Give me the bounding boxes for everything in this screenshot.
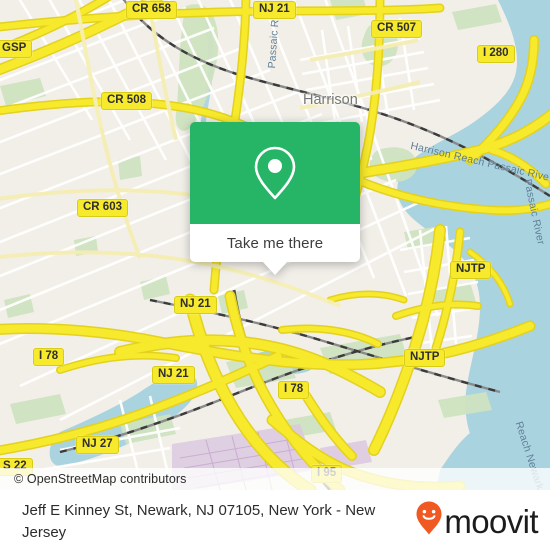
road-shield-nj-21-mid: NJ 21 xyxy=(174,296,217,314)
osm-attribution-text: © OpenStreetMap contributors xyxy=(14,472,187,486)
road-shield-i-78-center: I 78 xyxy=(278,381,310,399)
road-shield-i-280: I 280 xyxy=(477,45,515,63)
road-shield-i-78-left: I 78 xyxy=(33,348,65,366)
map-attribution-bar: © OpenStreetMap contributors xyxy=(0,468,550,490)
road-shield-nj-27: NJ 27 xyxy=(76,436,119,454)
location-pin-icon xyxy=(252,145,298,201)
road-shield-nj-21-top: NJ 21 xyxy=(253,1,296,19)
road-shield-nj-21-lower: NJ 21 xyxy=(152,366,195,384)
moovit-wordmark: moovit xyxy=(444,503,538,540)
road-shield-gsp: GSP xyxy=(0,40,33,58)
footer-bar: Jeff E Kinney St, Newark, NJ 07105, New … xyxy=(0,490,550,550)
moovit-pin-icon xyxy=(416,501,442,540)
map-popup-card[interactable]: Take me there xyxy=(190,122,360,275)
road-shield-njtp-lower: NJTP xyxy=(404,349,446,367)
map-canvas[interactable]: Harrison Passaic River Harrison Reach Pa… xyxy=(0,0,550,490)
road-shield-cr-508: CR 508 xyxy=(101,92,152,110)
place-label-harrison: Harrison xyxy=(303,92,358,108)
road-shield-cr-658: CR 658 xyxy=(126,1,177,19)
road-shield-cr-603: CR 603 xyxy=(77,199,128,217)
take-me-there-label: Take me there xyxy=(226,234,324,252)
moovit-logo[interactable]: moovit xyxy=(416,500,539,540)
moovit-map-screen: Harrison Passaic River Harrison Reach Pa… xyxy=(0,0,550,550)
location-title: Jeff E Kinney St, Newark, NJ 07105, New … xyxy=(22,502,376,541)
road-shield-cr-507: CR 507 xyxy=(371,20,422,38)
take-me-there-button[interactable]: Take me there xyxy=(190,224,360,262)
road-shield-njtp-upper: NJTP xyxy=(450,261,492,279)
popup-pin-panel xyxy=(190,122,360,224)
popup-tail xyxy=(262,261,288,275)
